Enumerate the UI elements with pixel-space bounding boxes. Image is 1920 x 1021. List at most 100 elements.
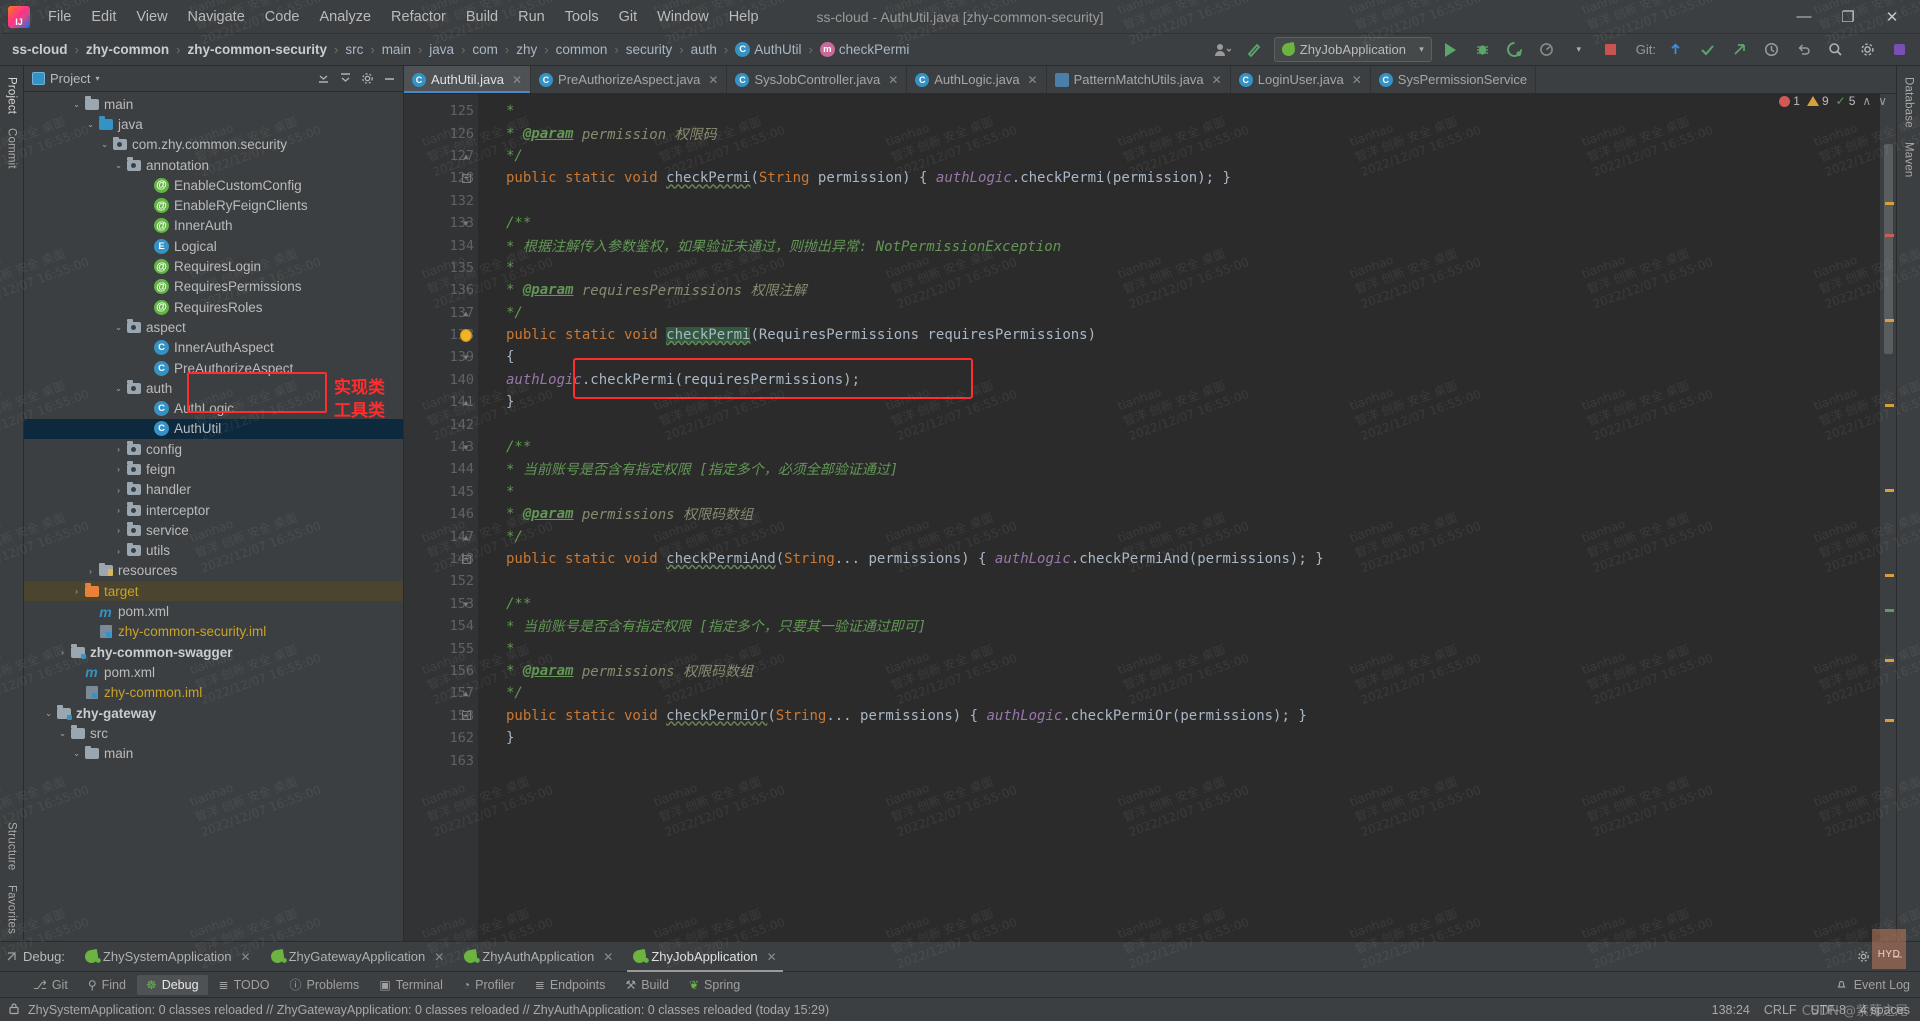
chevron-right-icon[interactable]: › [112,505,125,515]
fold-collapse-icon[interactable]: ▾ [460,440,472,454]
chevron-right-icon[interactable]: › [70,586,83,596]
gutter-marker[interactable] [460,262,472,274]
fold-collapse-icon[interactable]: ▾ [460,597,472,611]
chevron-down-icon[interactable]: ⌄ [70,748,83,759]
tree-node-annotation[interactable]: ⌄ annotation [24,155,403,175]
settings-icon[interactable] [1850,944,1876,970]
gutter-marker[interactable] [460,620,472,632]
debug-button[interactable] [1470,37,1496,63]
code-line[interactable]: /** [478,212,1880,234]
menu-item-tools[interactable]: Tools [555,5,609,29]
tree-node-auth[interactable]: ⌄ auth [24,378,403,398]
chevron-right-icon[interactable]: › [84,566,97,576]
code-line[interactable]: */ [478,682,1880,704]
update-project-icon[interactable] [1662,37,1688,63]
menu-item-run[interactable]: Run [508,5,555,29]
inspection-marker-bar[interactable] [1880,94,1896,941]
menu-item-analyze[interactable]: Analyze [309,5,381,29]
code-line[interactable]: * @param permissions 权限码数组 [478,503,1880,525]
gutter-line[interactable]: 158 + [404,705,478,727]
gutter-line[interactable]: 132 [404,190,478,212]
profile-button[interactable] [1534,37,1560,63]
code-line[interactable]: * [478,100,1880,122]
editor-tab-preauthorizeaspect-java[interactable]: C PreAuthorizeAspect.java ✕ [531,66,728,93]
rail-button-commit[interactable]: Commit [6,121,18,176]
breadcrumb-item-zhy-common-security[interactable]: zhy-common-security [183,40,331,59]
stop-button[interactable] [1598,37,1624,63]
breadcrumb-item-authutil[interactable]: C AuthUtil [731,40,805,59]
tree-node-innerauthaspect[interactable]: C InnerAuthAspect [24,338,403,358]
tool-window-button-problems[interactable]: ⓘ Problems [281,973,369,996]
code-line[interactable] [478,749,1880,771]
code-line[interactable]: */ [478,302,1880,324]
build-hammer-icon[interactable] [1242,37,1268,63]
rail-button-structure[interactable]: Structure [6,815,18,877]
gutter-line[interactable]: 143 ▾ [404,436,478,458]
fold-expand-icon[interactable]: + [460,553,472,565]
gutter-line[interactable]: 133 ▾ [404,212,478,234]
breadcrumb-item-common[interactable]: common [552,40,612,59]
code-line[interactable] [478,413,1880,435]
code-line[interactable]: public static void checkPermiOr(String..… [478,705,1880,727]
run-with-coverage-button[interactable] [1502,37,1528,63]
code-line[interactable]: * 根据注解传入参数鉴权，如果验证未通过，则抛出异常: NotPermissio… [478,234,1880,256]
tree-node-preauthorizeaspect[interactable]: C PreAuthorizeAspect [24,358,403,378]
code-line[interactable]: * @param permission 权限码 [478,122,1880,144]
tree-node-zhy-common-iml[interactable]: zhy-common.iml [24,683,403,703]
intention-bulb-icon[interactable] [460,328,472,342]
menu-item-git[interactable]: Git [609,5,648,29]
hide-panel-icon[interactable] [379,69,399,89]
tree-node-pom-xml[interactable]: m pom.xml [24,601,403,621]
plugin-icon[interactable] [1886,37,1912,63]
user-avatar-icon[interactable] [1210,37,1236,63]
gutter-line[interactable]: 148 + [404,548,478,570]
fold-end-icon[interactable]: ▴ [460,306,472,320]
gutter-line[interactable]: 140 [404,369,478,391]
gutter-line[interactable]: 147 ▴ [404,525,478,547]
chevron-down-icon[interactable]: ⌄ [112,160,125,171]
expand-all-icon[interactable] [335,69,355,89]
code-line[interactable]: { [478,346,1880,368]
tree-node-main[interactable]: ⌄ main [24,94,403,114]
menu-item-navigate[interactable]: Navigate [178,5,255,29]
rail-button-database[interactable]: Database [1903,70,1915,135]
chevron-right-icon[interactable]: › [112,464,125,474]
fold-expand-icon[interactable]: + [460,710,472,722]
profile-dropdown-icon[interactable]: ▾ [1566,37,1592,63]
breadcrumb-item-zhy[interactable]: zhy [512,40,541,59]
tree-node-src[interactable]: ⌄ src [24,723,403,743]
tree-node-main[interactable]: ⌄ main [24,744,403,764]
gutter-marker[interactable] [460,463,472,475]
gutter-line[interactable]: 153 ▾ [404,593,478,615]
file-encoding[interactable]: UTF-8 [1811,1003,1846,1017]
chevron-down-icon[interactable]: ⌄ [42,708,55,719]
menu-item-build[interactable]: Build [456,5,508,29]
code-line[interactable]: /** [478,436,1880,458]
gutter-line[interactable]: 135 [404,257,478,279]
close-debug-tab-icon[interactable]: ✕ [241,950,251,964]
chevron-right-icon[interactable]: › [112,546,125,556]
code-line[interactable] [478,190,1880,212]
debug-session-tab-zhyauthapplication[interactable]: ZhyAuthApplication ✕ [454,944,623,969]
code-line[interactable]: public static void checkPermi (RequiresPe… [478,324,1880,346]
gutter-line[interactable]: 144 [404,458,478,480]
fold-collapse-icon[interactable]: ▾ [460,350,472,364]
code-content[interactable]: * * @param permission 权限码 */ public stat… [478,94,1880,941]
gutter-line[interactable]: 126 [404,122,478,144]
chevron-right-icon[interactable]: › [112,485,125,495]
tool-window-button-terminal[interactable]: ▣ Terminal [370,975,452,995]
chevron-down-icon[interactable]: ⌄ [70,99,83,110]
code-line[interactable]: * @param requiresPermissions 权限注解 [478,279,1880,301]
indent-setting[interactable]: 4 spaces [1860,1003,1910,1017]
settings-icon[interactable] [357,69,377,89]
gutter-marker[interactable] [460,508,472,520]
close-button[interactable]: ✕ [1870,1,1914,33]
gutter-line[interactable]: 138 [404,324,478,346]
caret-position[interactable]: 138:24 [1712,1003,1750,1017]
tree-node-zhy-gateway[interactable]: ⌄ zhy-gateway [24,703,403,723]
chevron-right-icon[interactable]: › [112,444,125,454]
menu-item-edit[interactable]: Edit [81,5,126,29]
tree-node-authlogic[interactable]: C AuthLogic [24,398,403,418]
gutter-marker[interactable] [460,128,472,140]
inspection-next-icon[interactable]: ∨ [1878,94,1887,108]
